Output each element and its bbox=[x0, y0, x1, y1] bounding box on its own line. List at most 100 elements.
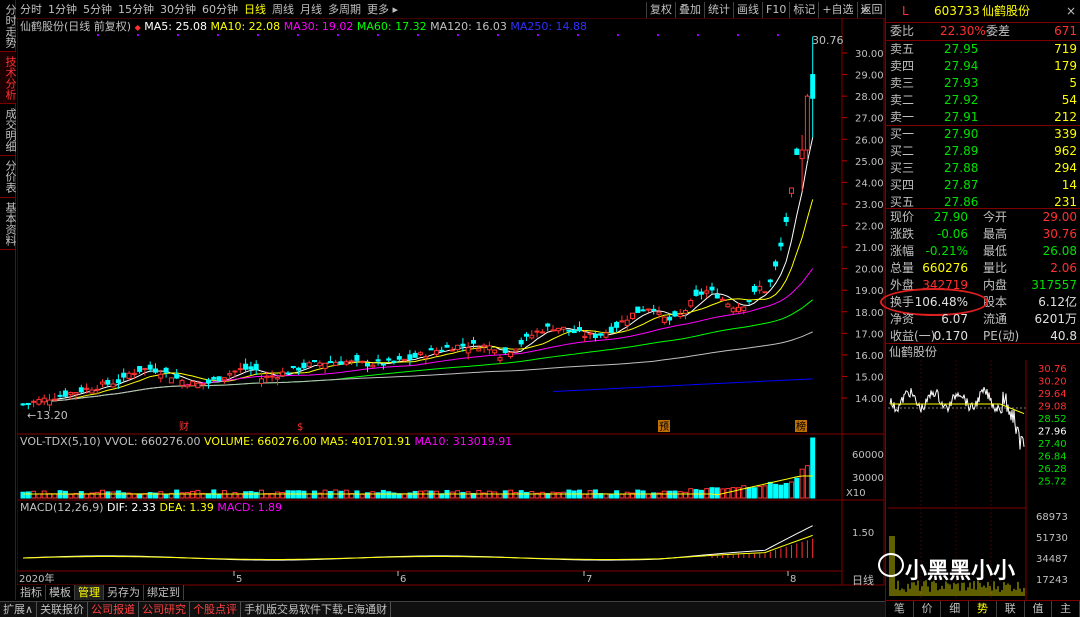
sell-row[interactable]: 卖一 27.91 212 bbox=[886, 109, 1080, 126]
price-tick-label: 29.00 bbox=[855, 71, 884, 82]
period-30min[interactable]: 30分钟 bbox=[157, 2, 199, 18]
tab-price-table[interactable]: 分价表 bbox=[0, 156, 17, 198]
indicator-tab[interactable]: 指标 bbox=[17, 585, 46, 600]
period-15min[interactable]: 15分钟 bbox=[115, 2, 157, 18]
quote-panel-tab[interactable]: 价 bbox=[914, 601, 942, 617]
buy-price: 27.87 bbox=[944, 178, 979, 192]
buy-row[interactable]: 买四 27.87 14 bbox=[886, 177, 1080, 194]
volume-bar bbox=[804, 465, 810, 499]
quote-panel-tab[interactable]: 主 bbox=[1052, 601, 1080, 617]
stock-comments-link[interactable]: 个股点评 bbox=[190, 602, 242, 617]
volume-bar bbox=[746, 487, 752, 499]
related-quotes-link[interactable]: 关联报价 bbox=[37, 602, 89, 617]
overlay-button[interactable]: 叠加 bbox=[675, 2, 704, 18]
buy-row[interactable]: 买一 27.90 339 bbox=[886, 126, 1080, 143]
tab-technical-analysis[interactable]: 技术分析 bbox=[0, 52, 17, 104]
volume-bar bbox=[513, 492, 519, 499]
manage-tab[interactable]: 管理 bbox=[75, 585, 104, 600]
quote-row[interactable]: 总量 660276 量比 2.06 bbox=[886, 260, 1080, 277]
volume-bar bbox=[677, 491, 683, 499]
quote-label-2: 量比 bbox=[983, 261, 1008, 275]
statistics-button[interactable]: 统计 bbox=[704, 2, 733, 18]
period-intraday[interactable]: 分时 bbox=[17, 2, 45, 18]
period-daily[interactable]: 日线 bbox=[241, 2, 269, 18]
draw-line-button[interactable]: 画线 bbox=[733, 2, 762, 18]
period-weekly[interactable]: 周线 bbox=[269, 2, 297, 18]
sell-row[interactable]: 卖三 27.93 5 bbox=[886, 75, 1080, 92]
candle bbox=[174, 373, 180, 379]
quote-value: 0.170 bbox=[933, 329, 968, 343]
event-mark-forecast[interactable]: 预 bbox=[659, 421, 669, 433]
candle bbox=[57, 394, 63, 397]
volume-bar bbox=[449, 491, 455, 499]
mark-button[interactable]: 标记 bbox=[789, 2, 818, 18]
volume-bar bbox=[608, 493, 614, 499]
event-mark-rank[interactable]: 榜 bbox=[796, 420, 806, 433]
company-research-link[interactable]: 公司研究 bbox=[139, 602, 191, 617]
buy-row[interactable]: 买三 27.88 294 bbox=[886, 160, 1080, 177]
volume-bar bbox=[794, 477, 800, 499]
low-price-label: ←13.20 bbox=[27, 409, 68, 422]
event-mark-finance[interactable]: 财 bbox=[179, 420, 189, 433]
vol-axis-60000: 60000 bbox=[852, 450, 884, 461]
quote-panel-tab[interactable]: 值 bbox=[1025, 601, 1053, 617]
sell-level-label: 卖一 bbox=[890, 110, 915, 124]
candle bbox=[168, 377, 174, 384]
sell-row[interactable]: 卖五 27.95 719 bbox=[886, 41, 1080, 58]
quote-row[interactable]: 净资 6.07 流通 6201万 bbox=[886, 311, 1080, 328]
bind-to-tab[interactable]: 绑定到 bbox=[144, 585, 184, 600]
candle bbox=[20, 403, 26, 406]
company-reports-link[interactable]: 公司报道 bbox=[88, 602, 140, 617]
quote-value: 660276 bbox=[922, 261, 968, 275]
quote-row[interactable]: 涨幅 -0.21% 最低 26.08 bbox=[886, 243, 1080, 260]
quote-row[interactable]: 涨跌 -0.06 最高 30.76 bbox=[886, 226, 1080, 243]
sell-row[interactable]: 卖二 27.92 54 bbox=[886, 92, 1080, 109]
save-as-tab[interactable]: 另存为 bbox=[104, 585, 144, 600]
quote-row[interactable]: 换手 106.48% 股本 6.12亿 bbox=[880, 288, 1080, 316]
candle bbox=[47, 399, 52, 406]
quote-label: 现价 bbox=[890, 210, 915, 224]
period-5min[interactable]: 5分钟 bbox=[80, 2, 115, 18]
candle bbox=[68, 392, 74, 395]
tab-trade-details[interactable]: 成交明细 bbox=[0, 104, 17, 156]
quote-panel-tab[interactable]: 细 bbox=[941, 601, 970, 617]
f10-button[interactable]: F10 bbox=[762, 2, 789, 18]
tab-intraday[interactable]: 分时走势 bbox=[0, 0, 17, 52]
quote-panel-tab[interactable]: 笔 bbox=[886, 601, 914, 617]
period-1min[interactable]: 1分钟 bbox=[45, 2, 80, 18]
period-monthly[interactable]: 月线 bbox=[297, 2, 325, 18]
tab-basic-info[interactable]: 基本资料 bbox=[0, 198, 17, 250]
expand-button[interactable]: 扩展∧ bbox=[0, 602, 38, 617]
candle bbox=[290, 365, 296, 368]
close-quote-icon[interactable]: × bbox=[1066, 3, 1076, 20]
adjust-button[interactable]: 复权 bbox=[646, 2, 675, 18]
weibi-row: 委比 22.30% 委差 671 bbox=[886, 23, 1080, 40]
template-tab[interactable]: 模板 bbox=[46, 585, 75, 600]
volume-bar bbox=[370, 491, 376, 499]
event-mark-dividend[interactable]: $ bbox=[297, 422, 303, 433]
mini-vol-axis-label: 68973 bbox=[1036, 512, 1068, 523]
candle bbox=[486, 345, 492, 351]
ma-line-ma120 bbox=[38, 331, 813, 403]
quote-panel-tab[interactable]: 联 bbox=[997, 601, 1025, 617]
buy-row[interactable]: 买二 27.89 962 bbox=[886, 143, 1080, 160]
sell-row[interactable]: 卖四 27.94 179 bbox=[886, 58, 1080, 75]
signal-dot bbox=[497, 34, 499, 36]
signal-dot bbox=[577, 34, 579, 36]
macd-axis-1-50: 1.50 bbox=[852, 528, 874, 539]
period-multi[interactable]: 多周期 bbox=[325, 2, 364, 18]
volume-bar bbox=[253, 491, 259, 499]
period-more[interactable]: 更多 ▸ bbox=[364, 2, 401, 18]
mobile-download-link[interactable]: 手机版交易软件下载-E海通财 bbox=[241, 602, 391, 617]
quote-panel-tab[interactable]: 势 bbox=[969, 601, 997, 617]
candle bbox=[147, 364, 153, 370]
legend-volume: VOLUME: 660276.00 bbox=[204, 435, 317, 448]
candle bbox=[545, 323, 551, 327]
quote-value-2: 2.06 bbox=[1050, 261, 1077, 275]
candle bbox=[460, 343, 466, 347]
sell-volume: 212 bbox=[1054, 110, 1077, 124]
period-60min[interactable]: 60分钟 bbox=[199, 2, 241, 18]
quote-row[interactable]: 收益(一) 0.170 PE(动) 40.8 bbox=[886, 328, 1080, 345]
close-chart-button[interactable]: × bbox=[850, 1, 880, 18]
quote-row[interactable]: 现价 27.90 今开 29.00 bbox=[886, 209, 1080, 226]
